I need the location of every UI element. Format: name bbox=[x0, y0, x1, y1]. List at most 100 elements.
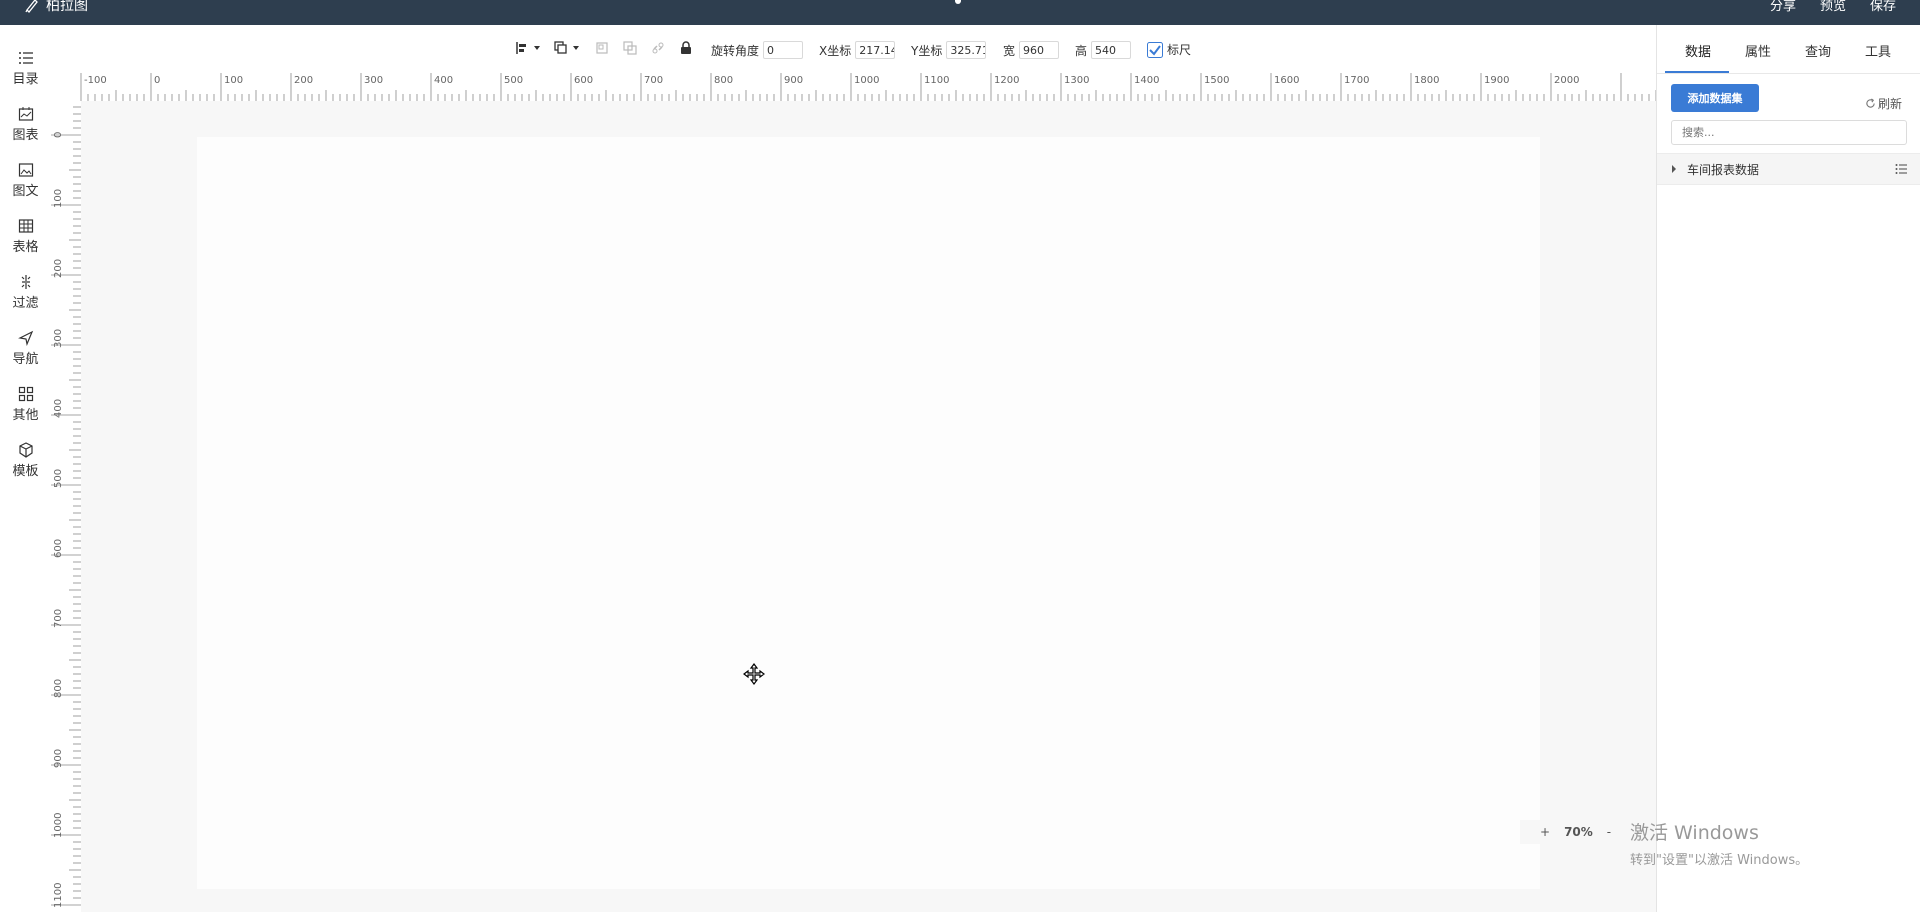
dataset-name: 车间报表数据 bbox=[1687, 163, 1760, 177]
add-dataset-button[interactable]: 添加数据集 bbox=[1671, 84, 1759, 112]
ruler-label: 1900 bbox=[1484, 75, 1509, 86]
nav-image-text[interactable]: 图文 bbox=[0, 162, 51, 199]
nav-label: 导航 bbox=[12, 352, 39, 367]
height-label: 高 bbox=[1075, 43, 1088, 58]
ruler-label: 1000 bbox=[854, 75, 879, 86]
nav-label: 表格 bbox=[12, 240, 39, 255]
image-icon bbox=[18, 163, 33, 177]
save-button[interactable]: 保存 bbox=[1870, 0, 1896, 14]
ruler-label: 600 bbox=[574, 75, 593, 86]
watermark-subtitle: 转到"设置"以激活 Windows。 bbox=[1630, 853, 1809, 868]
ruler-label: 1100 bbox=[53, 883, 64, 908]
refresh-icon bbox=[1866, 98, 1875, 108]
nav-filter[interactable]: 过滤 bbox=[0, 274, 51, 311]
share-button[interactable]: 分享 bbox=[1770, 0, 1796, 14]
ruler-label: 200 bbox=[53, 259, 64, 278]
ruler-label: 500 bbox=[504, 75, 523, 86]
x-input[interactable]: 217.14 bbox=[855, 41, 896, 59]
pen-icon bbox=[25, 0, 38, 13]
ruler-label: 300 bbox=[364, 75, 383, 86]
nav-label: 模板 bbox=[12, 464, 39, 479]
ruler-label: 700 bbox=[53, 609, 64, 628]
group-icon bbox=[596, 42, 608, 54]
checkbox-checked-icon[interactable] bbox=[1147, 41, 1163, 58]
nav-chart[interactable]: 图表 bbox=[0, 106, 51, 143]
x-label: X坐标 bbox=[819, 43, 852, 58]
header-dot bbox=[955, 0, 961, 4]
list-menu-icon[interactable] bbox=[1895, 163, 1907, 175]
ruler-label: 800 bbox=[714, 75, 733, 86]
rotate-field: 旋转角度 0 bbox=[711, 41, 804, 59]
ruler-label: 1300 bbox=[1064, 75, 1089, 86]
zoom-out-button[interactable]: - bbox=[1607, 825, 1611, 839]
chart-icon bbox=[18, 107, 33, 121]
ruler-label: 1500 bbox=[1204, 75, 1229, 86]
nav-catalog[interactable]: 目录 bbox=[0, 50, 51, 87]
height-input[interactable]: 540 bbox=[1091, 41, 1132, 59]
layer-icon bbox=[554, 41, 567, 54]
filter-icon bbox=[21, 275, 30, 289]
nav-template[interactable]: 模板 bbox=[0, 442, 51, 479]
nav-label: 其他 bbox=[12, 408, 39, 423]
ungroup-button[interactable] bbox=[623, 41, 637, 55]
nav-navigation[interactable]: 导航 bbox=[0, 330, 51, 367]
tab-tools[interactable]: 工具 bbox=[1865, 41, 1891, 60]
ruler-label: 200 bbox=[294, 75, 313, 86]
ruler-label: 700 bbox=[644, 75, 663, 86]
width-input[interactable]: 960 bbox=[1019, 41, 1060, 59]
refresh-button[interactable]: 刷新 bbox=[1865, 95, 1902, 112]
lock-button[interactable] bbox=[679, 41, 693, 55]
y-input[interactable]: 325.71 bbox=[946, 41, 987, 59]
nav-label: 过滤 bbox=[12, 296, 39, 311]
nav-other[interactable]: 其他 bbox=[0, 386, 51, 423]
ruler-label: 0 bbox=[154, 75, 160, 86]
tree-divider bbox=[1657, 184, 1920, 185]
ruler-label: 2000 bbox=[1554, 75, 1579, 86]
zoom-value: 70% bbox=[1564, 825, 1593, 839]
tab-query[interactable]: 查询 bbox=[1805, 41, 1831, 60]
ruler-label: 1600 bbox=[1274, 75, 1299, 86]
x-field: X坐标 217.14 bbox=[819, 41, 896, 59]
unlink-icon bbox=[652, 42, 664, 54]
nav-label: 图文 bbox=[12, 184, 39, 199]
caret-right-icon bbox=[1672, 165, 1676, 173]
watermark-title: 激活 Windows bbox=[1630, 822, 1759, 844]
toolbar: 旋转角度 0 X坐标 217.14 Y坐标 325.71 宽 960 高 540… bbox=[51, 25, 1656, 73]
top-bar: 柏拉图 分享 预览 保存 bbox=[0, 0, 1920, 25]
ruler-label: 0 bbox=[53, 132, 64, 138]
ruler-label: 600 bbox=[53, 539, 64, 558]
header-actions: 分享 预览 保存 bbox=[1770, 0, 1896, 14]
list-icon bbox=[18, 52, 33, 64]
ruler-toggle[interactable]: 标尺 bbox=[1147, 41, 1191, 58]
app-logo[interactable]: 柏拉图 bbox=[24, 0, 88, 15]
nav-table[interactable]: 表格 bbox=[0, 218, 51, 255]
windows-watermark: 激活 Windows 转到"设置"以激活 Windows。 bbox=[1630, 818, 1808, 868]
layer-dropdown[interactable] bbox=[554, 41, 580, 55]
ruler-label: 500 bbox=[53, 469, 64, 488]
rotate-input[interactable]: 0 bbox=[763, 41, 804, 59]
template-icon bbox=[18, 442, 33, 458]
vertical-ruler: 0 100 200 300 400 500 600 700 800 900 1000 1100 bbox=[51, 101, 82, 912]
tab-data[interactable]: 数据 bbox=[1685, 41, 1711, 60]
ruler-label: 1100 bbox=[924, 75, 949, 86]
navigation-icon bbox=[17, 330, 33, 346]
unlink-button[interactable] bbox=[651, 41, 665, 55]
ruler-label: 900 bbox=[784, 75, 803, 86]
tab-properties[interactable]: 属性 bbox=[1745, 41, 1771, 60]
preview-button[interactable]: 预览 bbox=[1820, 0, 1846, 14]
dataset-tree-item[interactable]: 车间报表数据 bbox=[1657, 154, 1920, 184]
nav-label: 图表 bbox=[12, 128, 39, 143]
nav-label: 目录 bbox=[12, 72, 39, 87]
zoom-in-button[interactable]: + bbox=[1540, 825, 1550, 839]
dataset-search-input[interactable] bbox=[1671, 120, 1907, 145]
ruler-label: 300 bbox=[53, 329, 64, 348]
rotate-label: 旋转角度 bbox=[711, 43, 760, 58]
align-dropdown[interactable] bbox=[515, 41, 541, 55]
left-sidebar: 目录 图表 图文 表格 过滤 导航 其他 模板 bbox=[0, 25, 52, 912]
ruler-corner bbox=[51, 73, 76, 101]
lock-icon bbox=[681, 41, 691, 54]
design-page[interactable] bbox=[197, 137, 1540, 889]
width-field: 宽 960 bbox=[1003, 41, 1060, 59]
align-left-icon bbox=[516, 42, 526, 54]
group-button[interactable] bbox=[595, 41, 609, 55]
